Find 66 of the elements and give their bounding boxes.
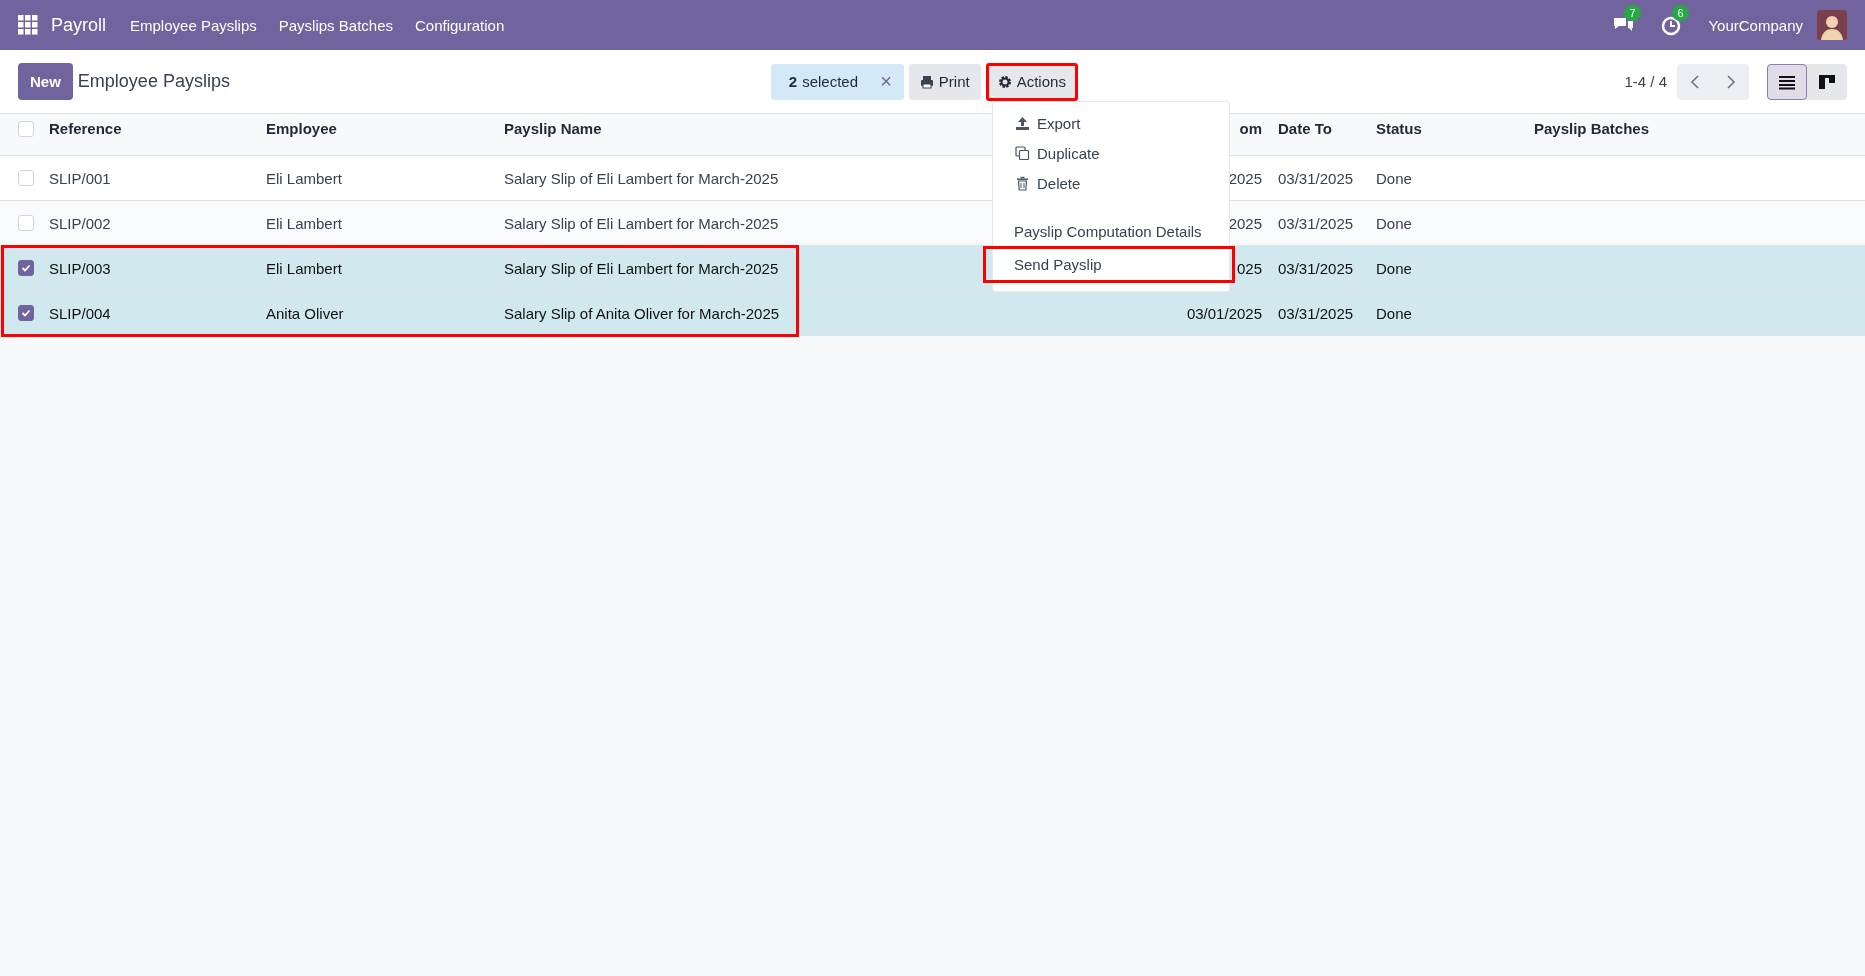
gear-icon (997, 74, 1012, 89)
column-header[interactable]: Date To (1278, 120, 1332, 137)
table-cell: 2025 (1228, 214, 1262, 232)
new-button[interactable]: New (18, 63, 73, 100)
table-cell: Done (1376, 214, 1412, 232)
menu-item[interactable]: Send Payslip (983, 246, 1235, 283)
apps-menu-icon[interactable] (18, 15, 38, 35)
selected-count: 2 (788, 73, 798, 90)
upload-icon (1015, 115, 1030, 131)
trash-icon (1015, 175, 1030, 191)
table-cell: 03/01/2025 (1186, 304, 1262, 322)
menu-item[interactable]: Delete (993, 168, 1229, 198)
table-cell: SLIP/003 (49, 259, 111, 277)
menu-item[interactable]: Duplicate (993, 138, 1229, 168)
actions-button[interactable]: Actions (985, 62, 1078, 101)
printer-icon (919, 74, 934, 89)
chevron-left-icon (1689, 73, 1701, 90)
column-header[interactable]: om (1239, 120, 1262, 137)
column-header[interactable]: Status (1376, 120, 1422, 137)
row-checkbox[interactable] (18, 260, 34, 276)
table-cell: Salary Slip of Eli Lambert for March-2025 (504, 259, 779, 277)
pager-value: 1-4 / 4 (1624, 73, 1667, 90)
table-cell: SLIP/001 (49, 169, 111, 187)
table-cell: Done (1376, 259, 1412, 277)
list-icon (1779, 73, 1795, 90)
row-checkbox[interactable] (18, 305, 34, 321)
menu-item[interactable]: Export (993, 108, 1229, 138)
table-cell: Anita Oliver (266, 304, 344, 322)
table-cell: Done (1376, 169, 1412, 187)
table-cell: Done (1376, 304, 1412, 322)
selected-label: selected (802, 73, 859, 90)
select-all-checkbox[interactable] (18, 120, 34, 137)
print-button[interactable]: Print (908, 63, 981, 100)
table-cell: Eli Lambert (266, 214, 342, 232)
user-avatar[interactable] (1817, 10, 1847, 40)
kanban-icon (1819, 73, 1835, 90)
table-cell: 03/31/2025 (1278, 214, 1354, 232)
table-cell: 03/31/2025 (1278, 259, 1354, 277)
table-cell: SLIP/004 (49, 304, 111, 322)
message-count-badge: 7 (1624, 5, 1641, 21)
table-cell: Salary Slip of Eli Lambert for March-2025 (504, 214, 779, 232)
menu-item[interactable]: Payslips Batches (278, 16, 393, 34)
table-cell: 03/31/2025 (1278, 304, 1354, 322)
table-cell: Salary Slip of Eli Lambert for March-2025 (504, 169, 779, 187)
copy-icon (1015, 145, 1030, 161)
table-cell: Eli Lambert (266, 259, 342, 277)
menu-item[interactable]: Payslip Computation Details (993, 216, 1229, 246)
column-header[interactable]: Employee (266, 120, 337, 137)
chevron-right-icon (1725, 73, 1737, 90)
company-name[interactable]: YourCompany (1708, 16, 1803, 34)
activity-count-badge: 6 (1672, 5, 1689, 21)
column-header[interactable]: Payslip Batches (1534, 120, 1650, 137)
page-title: Employee Payslips (77, 71, 231, 92)
table-cell: Eli Lambert (266, 169, 342, 187)
table-cell: SLIP/002 (49, 214, 111, 232)
clear-selection-button[interactable]: × (880, 70, 892, 93)
table-cell: 03/31/2025 (1278, 169, 1354, 187)
table-cell: 025 (1236, 259, 1262, 277)
menu-item[interactable]: Configuration (415, 16, 505, 34)
table-cell: Salary Slip of Anita Oliver for March-2025 (504, 304, 780, 322)
column-header[interactable]: Reference (49, 120, 122, 137)
menu-item[interactable]: Employee Payslips (130, 16, 257, 34)
list-view-button[interactable] (1767, 63, 1807, 100)
column-header[interactable]: Payslip Name (504, 120, 602, 137)
table-cell: 2025 (1228, 169, 1262, 187)
app-name[interactable]: Payroll (51, 14, 107, 36)
